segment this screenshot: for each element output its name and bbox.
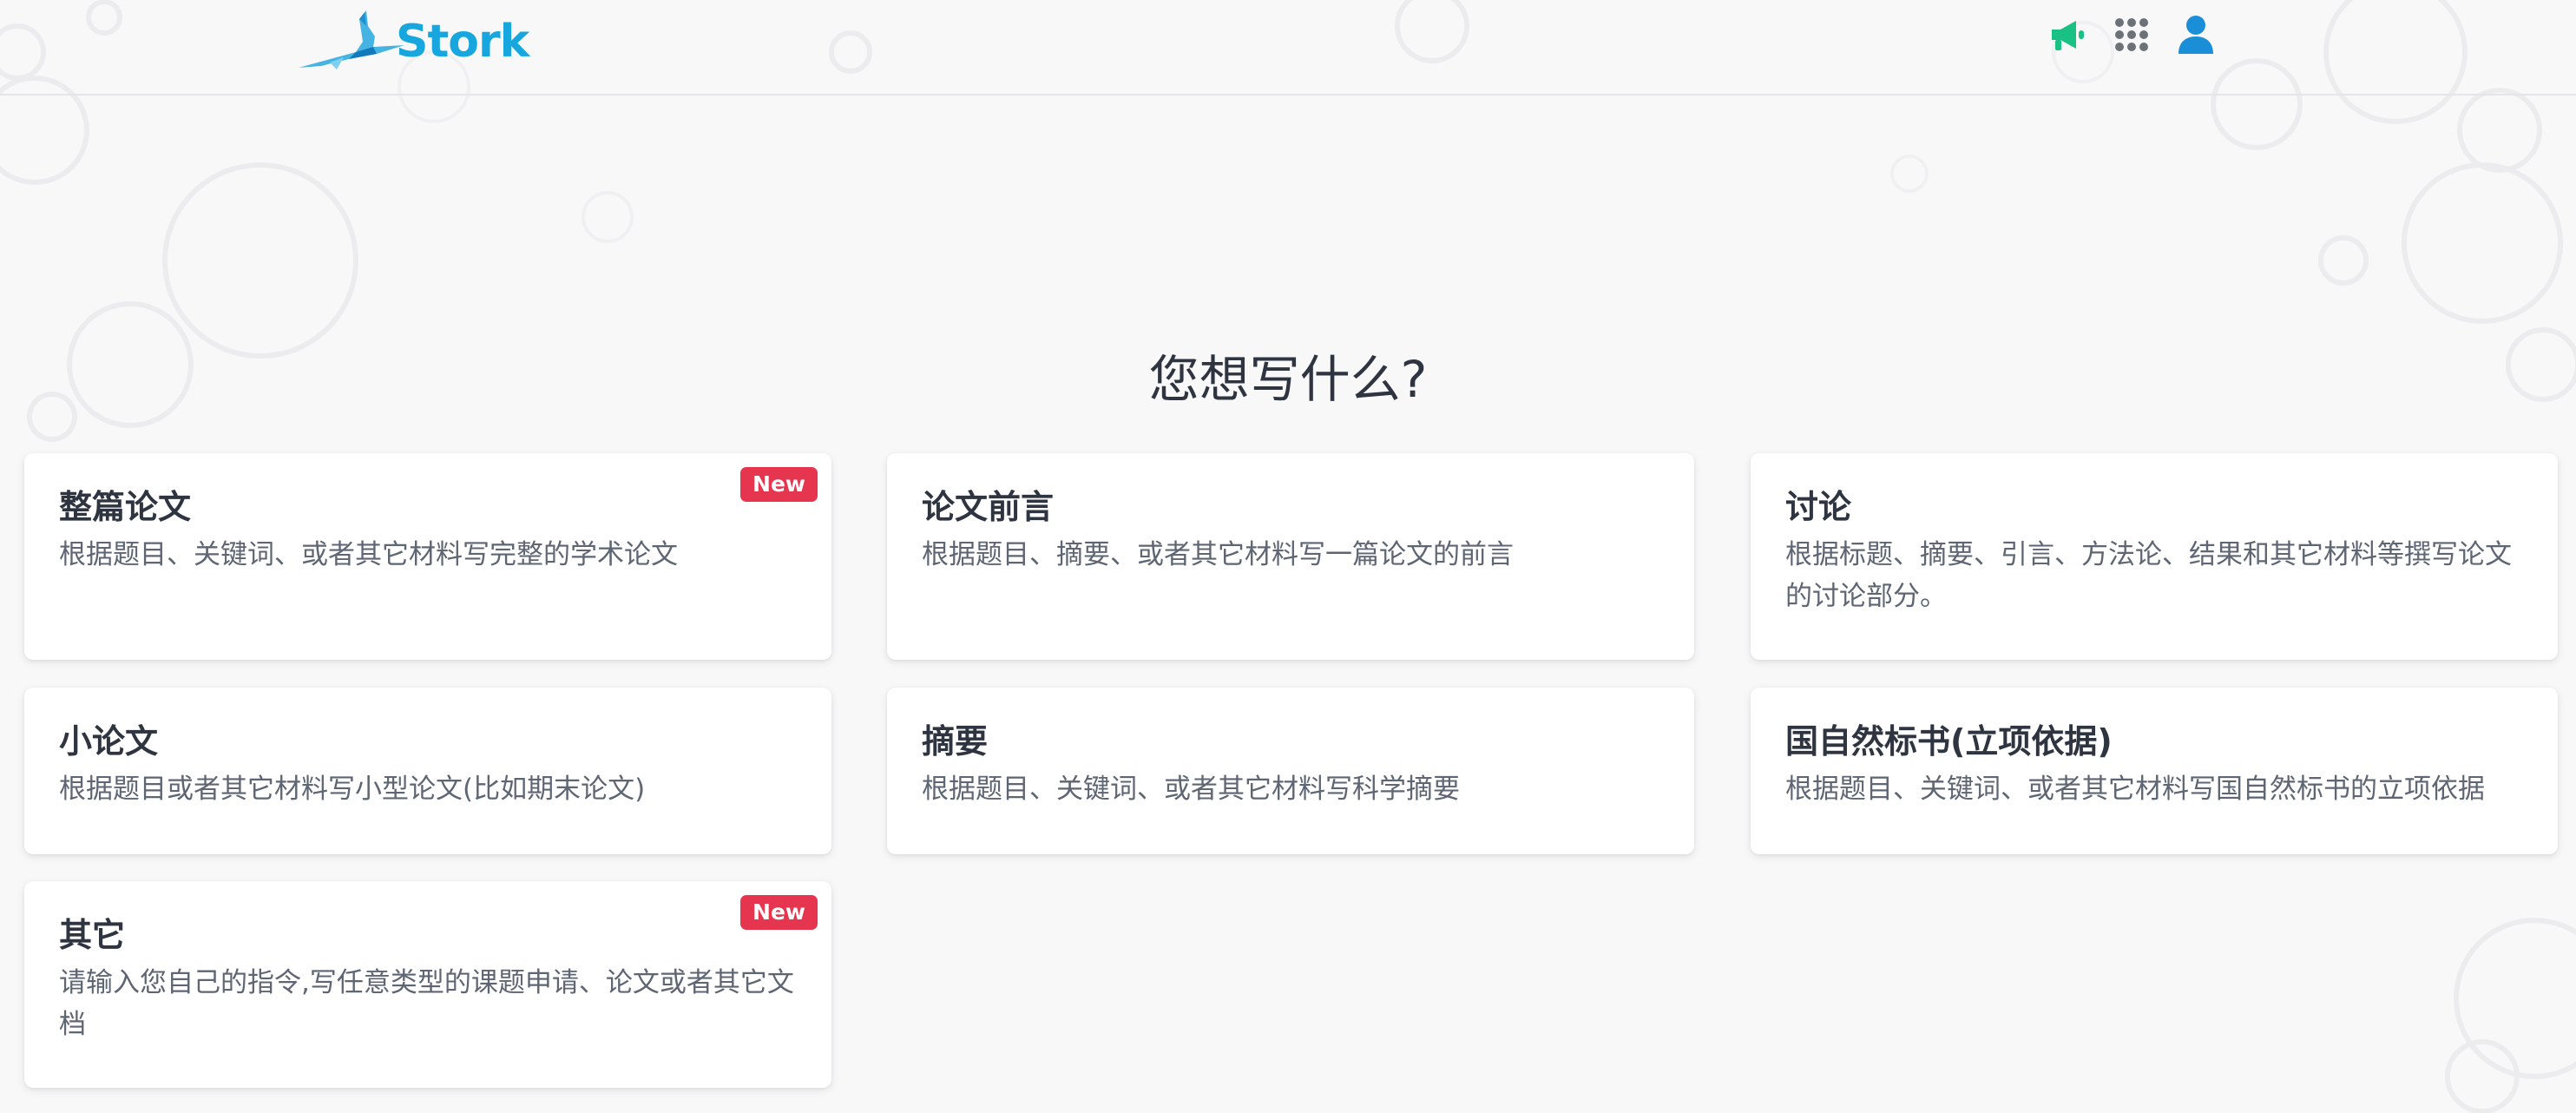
card-description: 根据题目、摘要、或者其它材料写一篇论文的前言 [922,539,1514,571]
card-description: 根据题目、关键词、或者其它材料写完整的学术论文 [59,539,678,571]
card-description: 根据标题、摘要、引言、方法论、结果和其它材料等撰写论文的讨论部分。 [1785,539,2512,613]
card-paper-introduction[interactable]: 论文前言 根据题目、摘要、或者其它材料写一篇论文的前言 [887,453,1694,660]
logo-text: Stork [396,16,529,68]
apps-grid-icon [2115,18,2148,51]
card-title: 小论文 [59,722,159,761]
card-title: 讨论 [1785,488,1852,526]
card-full-paper[interactable]: New 整篇论文 根据题目、关键词、或者其它材料写完整的学术论文 [24,453,831,660]
announcements-button[interactable] [2045,12,2090,57]
apps-menu-button[interactable] [2109,12,2154,57]
card-nsfc-proposal[interactable]: 国自然标书(立项依据) 根据题目、关键词、或者其它材料写国自然标书的立项依据 [1751,688,2558,854]
card-discussion[interactable]: 讨论 根据标题、摘要、引言、方法论、结果和其它材料等撰写论文的讨论部分。 [1751,453,2558,660]
user-icon [2178,16,2213,54]
card-other[interactable]: New 其它 请输入您自己的指令,写任意类型的课题申请、论文或者其它文档 [24,881,831,1088]
new-badge: New [740,467,818,502]
stork-logo[interactable]: Stork [295,7,538,73]
card-short-paper[interactable]: 小论文 根据题目或者其它材料写小型论文(比如期末论文) [24,688,831,854]
card-description: 根据题目、关键词、或者其它材料写国自然标书的立项依据 [1785,774,2485,806]
header-actions [2045,12,2238,57]
card-title: 其它 [59,916,126,954]
card-title: 整篇论文 [59,488,192,526]
stork-bird-icon [299,10,404,69]
card-title: 论文前言 [922,488,1055,526]
card-description: 请输入您自己的指令,写任意类型的课题申请、论文或者其它文档 [59,967,794,1041]
card-title: 国自然标书(立项依据) [1785,722,2113,761]
card-description: 根据题目、关键词、或者其它材料写科学摘要 [922,774,1460,806]
megaphone-icon [2052,21,2084,50]
top-header: Stork [0,0,2576,95]
card-abstract[interactable]: 摘要 根据题目、关键词、或者其它材料写科学摘要 [887,688,1694,854]
card-description: 根据题目或者其它材料写小型论文(比如期末论文) [59,774,646,806]
card-title: 摘要 [922,722,989,761]
user-account-button[interactable] [2173,12,2218,57]
page-title: 您想写什么? [1148,350,1428,409]
new-badge: New [740,895,818,930]
